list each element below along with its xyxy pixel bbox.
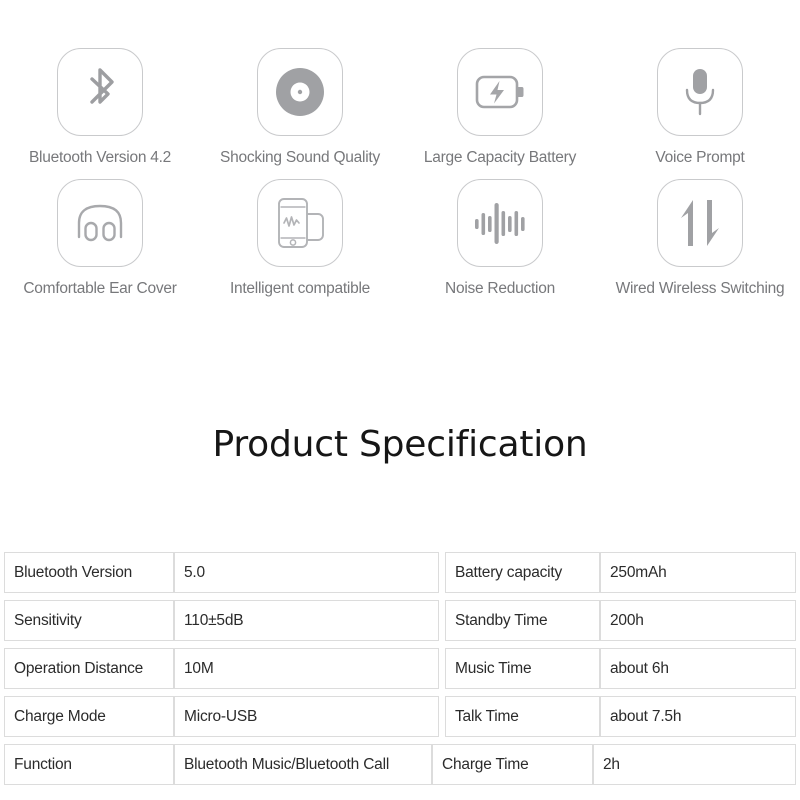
table-row: Sensitivity 110±5dB Standby Time 200h	[4, 600, 796, 641]
table-row: Operation Distance 10M Music Time about …	[4, 648, 796, 689]
feature-ear-cover: Comfortable Ear Cover	[0, 179, 200, 298]
feature-row-2: Comfortable Ear Cover Intelligent compat…	[0, 179, 800, 298]
table-row: Function Bluetooth Music/Bluetooth Call …	[4, 744, 796, 785]
specification-table: Bluetooth Version 5.0 Battery capacity 2…	[4, 552, 796, 785]
up-down-arrows-icon	[674, 196, 726, 250]
feature-sound-quality: Shocking Sound Quality	[200, 48, 400, 167]
feature-label: Large Capacity Battery	[423, 149, 577, 166]
table-row: Charge Mode Micro-USB Talk Time about 7.…	[4, 696, 796, 737]
spec-value: Micro-USB	[174, 696, 439, 737]
waveform-icon-box	[457, 179, 543, 267]
disc-icon	[273, 65, 327, 119]
battery-charging-icon	[473, 70, 527, 114]
up-down-arrows-icon-box	[657, 179, 743, 267]
spec-label: Charge Time	[432, 744, 593, 785]
spec-value: about 7.5h	[600, 696, 796, 737]
table-row: Bluetooth Version 5.0 Battery capacity 2…	[4, 552, 796, 593]
spec-label: Talk Time	[445, 696, 600, 737]
feature-label: Noise Reduction	[445, 280, 555, 297]
waveform-icon	[472, 197, 528, 249]
headphones-icon	[72, 199, 128, 247]
feature-row-1: Bluetooth Version 4.2 Shocking Sound Qua…	[0, 48, 800, 167]
feature-intelligent-compatible: Intelligent compatible	[200, 179, 400, 298]
headphones-icon-box	[57, 179, 143, 267]
feature-voice-prompt: Voice Prompt	[600, 48, 800, 167]
feature-label: Shocking Sound Quality	[220, 149, 380, 166]
spec-value: 200h	[600, 600, 796, 641]
feature-wired-wireless-switching: Wired Wireless Switching	[600, 179, 800, 298]
spec-label: Charge Mode	[4, 696, 174, 737]
spec-value: about 6h	[600, 648, 796, 689]
phone-device-icon-box	[257, 179, 343, 267]
spec-value: 10M	[174, 648, 439, 689]
spec-label: Standby Time	[445, 600, 600, 641]
feature-battery: Large Capacity Battery	[400, 48, 600, 167]
spec-label: Battery capacity	[445, 552, 600, 593]
feature-label: Comfortable Ear Cover	[23, 280, 177, 297]
battery-charging-icon-box	[457, 48, 543, 136]
microphone-icon-box	[657, 48, 743, 136]
spec-value: 250mAh	[600, 552, 796, 593]
spec-value: 2h	[593, 744, 796, 785]
feature-label: Intelligent compatible	[229, 280, 371, 297]
page-title: Product Specification	[212, 424, 588, 465]
spec-label: Bluetooth Version	[4, 552, 174, 593]
disc-icon-box	[257, 48, 343, 136]
phone-device-icon	[271, 195, 329, 251]
feature-label: Voice Prompt	[655, 149, 745, 166]
feature-label: Wired Wireless Switching	[615, 280, 785, 297]
bluetooth-icon-box	[57, 48, 143, 136]
feature-label: Bluetooth Version 4.2	[28, 149, 172, 166]
microphone-icon	[680, 64, 720, 120]
spec-label: Function	[4, 744, 174, 785]
spec-value: 110±5dB	[174, 600, 439, 641]
spec-value: Bluetooth Music/Bluetooth Call	[174, 744, 432, 785]
spec-value: 5.0	[174, 552, 439, 593]
spec-label: Music Time	[445, 648, 600, 689]
feature-bluetooth-version: Bluetooth Version 4.2	[0, 48, 200, 167]
feature-grid: Bluetooth Version 4.2 Shocking Sound Qua…	[0, 48, 800, 298]
spec-label: Sensitivity	[4, 600, 174, 641]
feature-noise-reduction: Noise Reduction	[400, 179, 600, 298]
bluetooth-icon	[79, 65, 121, 119]
spec-label: Operation Distance	[4, 648, 174, 689]
